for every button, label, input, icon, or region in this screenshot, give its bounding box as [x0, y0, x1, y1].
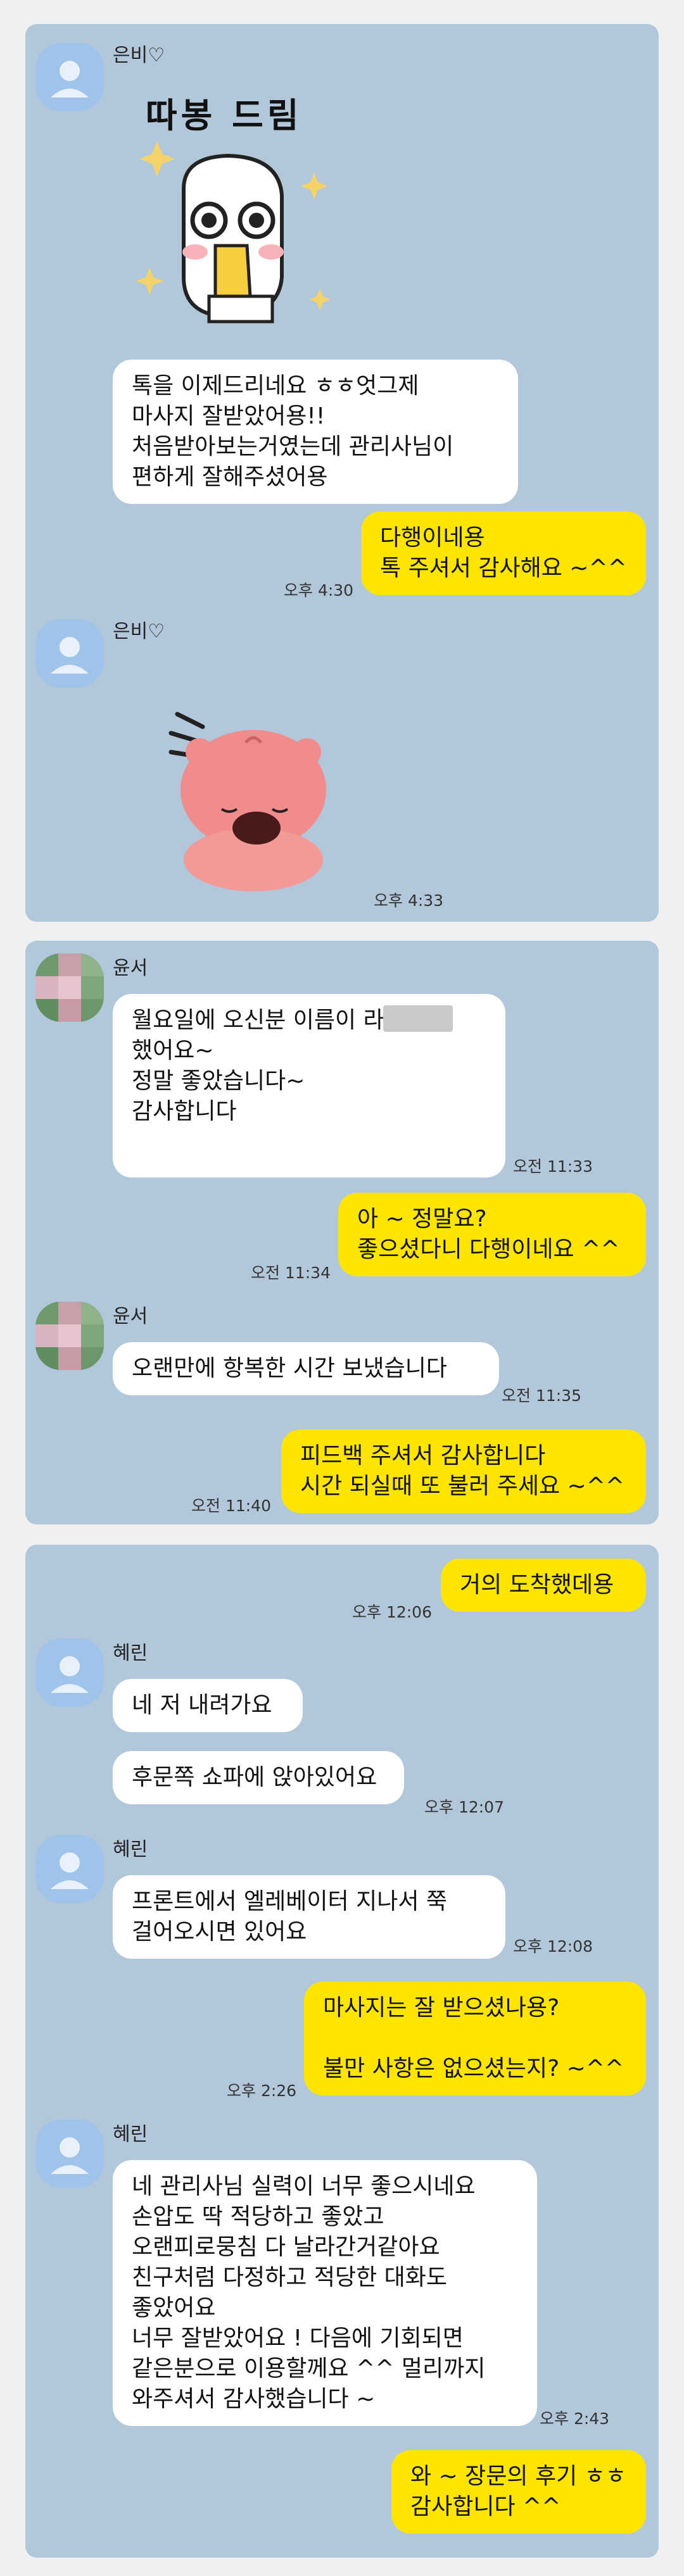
sender-name: 혜린	[113, 1642, 148, 1664]
redacted-name	[383, 1005, 453, 1032]
sender-name: 혜린	[113, 2123, 148, 2146]
outgoing-message[interactable]: 피드백 주셔서 감사합니다 시간 되실때 또 불러 주세요 ~^^	[281, 1429, 646, 1513]
incoming-message[interactable]: 후문쪽 쇼파에 앉아있어요	[113, 1751, 404, 1804]
timestamp: 오후 12:06	[352, 1603, 432, 1621]
incoming-message[interactable]: 오랜만에 항복한 시간 보냈습니다	[113, 1342, 499, 1395]
timestamp: 오전 11:34	[251, 1264, 331, 1282]
chat-panel-1: 은비♡ 따봉 드림 톡을 이제드리네요 ㅎㅎ엇그제 마사지 잘받았어용!! 처음…	[25, 24, 659, 922]
outgoing-message[interactable]: 아 ~ 정말요? 좋으셨다니 다행이네요 ^^	[338, 1193, 646, 1276]
incoming-message[interactable]: 네 저 내려가요	[113, 1679, 303, 1732]
sender-name: 혜린	[113, 1838, 148, 1861]
person-silhouette-icon	[51, 2137, 89, 2174]
avatar[interactable]	[35, 619, 104, 688]
timestamp: 오후 2:43	[540, 2410, 610, 2428]
person-silhouette-icon	[51, 1852, 89, 1889]
sparkle-icon	[136, 141, 331, 324]
mosaic-avatar-icon	[35, 953, 104, 1022]
avatar[interactable]	[35, 43, 104, 111]
thumbs-up-sticker: 따봉 드림	[120, 87, 336, 353]
bowing-beaver-sticker	[168, 712, 326, 891]
person-silhouette-icon	[51, 637, 89, 674]
timestamp: 오후 2:26	[227, 2082, 297, 2100]
timestamp: 오후 4:33	[374, 891, 444, 910]
avatar[interactable]	[35, 953, 104, 1022]
outgoing-message[interactable]: 거의 도착했데용	[441, 1559, 646, 1612]
timestamp: 오전 11:35	[502, 1386, 581, 1405]
incoming-message[interactable]: 톡을 이제드리네요 ㅎㅎ엇그제 마사지 잘받았어용!! 처음받아보는거였는데 관…	[113, 360, 518, 504]
sender-name: 은비♡	[113, 620, 165, 643]
mosaic-avatar-icon	[35, 1302, 104, 1370]
outgoing-message[interactable]: 다행이네용 톡 주셔서 감사해요 ~^^	[361, 512, 646, 595]
person-silhouette-icon	[51, 1656, 89, 1693]
chat-panel-3: 거의 도착했데용 오후 12:06 혜린 네 저 내려가요 후문쪽 쇼파에 앉아…	[25, 1545, 659, 2558]
avatar[interactable]	[35, 1638, 104, 1707]
timestamp: 오후 12:08	[513, 1937, 593, 1956]
sender-name: 윤서	[113, 957, 148, 979]
sender-name: 은비♡	[113, 44, 165, 66]
timestamp: 오전 11:33	[513, 1157, 593, 1176]
avatar[interactable]	[35, 2120, 104, 2188]
chat-panel-2: 윤서 월요일에 오신분 이름이 라고 했어요~ 정말 좋았습니다~ 감사합니다 …	[25, 941, 659, 1524]
incoming-message[interactable]: 프론트에서 엘레베이터 지나서 쭉 걸어오시면 있어요	[113, 1875, 505, 1959]
avatar[interactable]	[35, 1302, 104, 1370]
timestamp: 오후 12:07	[424, 1798, 504, 1816]
timestamp: 오전 11:40	[191, 1497, 271, 1515]
sender-name: 윤서	[113, 1305, 148, 1328]
outgoing-message[interactable]: 마사지는 잘 받으셨나용? 불만 사항은 없으셨는지? ~^^	[304, 1982, 646, 2095]
timestamp: 오후 4:30	[284, 581, 354, 600]
avatar[interactable]	[35, 1835, 104, 1903]
outgoing-message[interactable]: 와 ~ 장문의 후기 ㅎㅎ 감사합니다 ^^	[391, 2450, 646, 2534]
incoming-message[interactable]: 네 관리사님 실력이 너무 좋으시네요 손압도 딱 적당하고 좋았고 오랜피로뭉…	[113, 2160, 537, 2426]
person-silhouette-icon	[51, 61, 89, 97]
